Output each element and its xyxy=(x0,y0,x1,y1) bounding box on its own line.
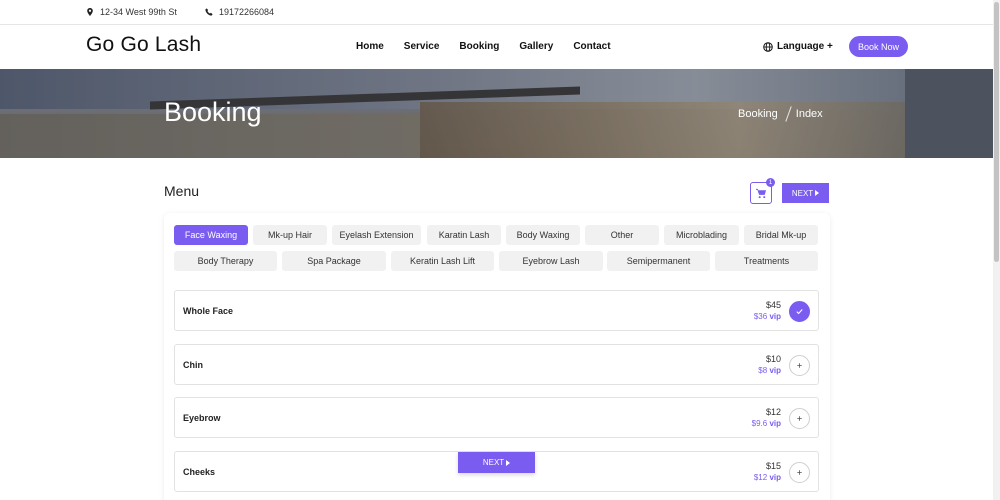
location-pin-icon xyxy=(87,8,93,16)
check-icon xyxy=(796,309,803,315)
service-price: $12 xyxy=(765,407,781,417)
nav-home[interactable]: Home xyxy=(356,41,384,52)
service-name: Cheeks xyxy=(183,467,216,477)
book-now-button[interactable]: Book Now xyxy=(849,36,908,57)
cart-icon xyxy=(755,188,766,198)
service-item-chin[interactable]: Chin $10 $8 vip xyxy=(174,344,819,385)
category-microblading[interactable]: Microblading xyxy=(664,225,739,245)
category-body-therapy[interactable]: Body Therapy xyxy=(174,251,277,271)
category-eyelash-extension[interactable]: Eyelash Extension xyxy=(332,225,421,245)
phone-icon xyxy=(205,8,213,16)
plus-icon xyxy=(797,470,802,475)
service-add-button[interactable] xyxy=(789,408,810,429)
category-spa-package[interactable]: Spa Package xyxy=(282,251,386,271)
vip-price-value: $12 xyxy=(753,473,768,482)
next-label: NEXT xyxy=(791,188,814,198)
service-price: $10 xyxy=(765,354,781,364)
main-nav: Home Service Booking Gallery Contact xyxy=(356,41,631,52)
site-header: Go Go Lash Home Service Booking Gallery … xyxy=(0,25,993,69)
vip-price-value: $36 xyxy=(753,312,768,321)
vip-label: vip xyxy=(769,473,781,482)
breadcrumb: Booking Index xyxy=(738,106,823,122)
service-vip-price: $12 vip xyxy=(754,473,781,482)
phone-text: 19172266084 xyxy=(219,7,275,17)
service-add-button[interactable] xyxy=(789,462,810,483)
top-info-bar: 12-34 West 99th St 19172266084 xyxy=(0,0,993,25)
category-other[interactable]: Other xyxy=(585,225,659,245)
service-add-button[interactable] xyxy=(789,355,810,376)
menu-title: Menu xyxy=(164,183,200,199)
next-button-top[interactable]: NEXT xyxy=(782,183,829,203)
vip-label: vip xyxy=(769,419,781,428)
vip-label: vip xyxy=(769,366,781,375)
vip-price-value: $8 xyxy=(758,366,768,375)
category-semipermanent[interactable]: Semipermanent xyxy=(607,251,710,271)
page-scrollbar[interactable] xyxy=(993,0,1000,500)
vip-label: vip xyxy=(769,312,781,321)
breadcrumb-booking[interactable]: Booking xyxy=(738,108,778,120)
category-bridal-mk-up[interactable]: Bridal Mk-up xyxy=(744,225,818,245)
vip-price-value: $9.6 xyxy=(751,419,768,428)
service-vip-price: $36 vip xyxy=(754,312,781,321)
nav-gallery[interactable]: Gallery xyxy=(519,41,553,52)
service-vip-price: $8 vip xyxy=(758,366,781,375)
site-logo[interactable]: Go Go Lash xyxy=(86,33,201,57)
hero-overlay xyxy=(0,69,993,158)
next-label: NEXT xyxy=(482,458,505,467)
play-arrow-icon xyxy=(506,459,511,466)
nav-booking[interactable]: Booking xyxy=(459,41,499,52)
service-price: $45 xyxy=(765,300,781,310)
category-karatin-lash[interactable]: Karatin Lash xyxy=(427,225,501,245)
service-toggle-selected[interactable] xyxy=(789,301,810,322)
page-title: Booking xyxy=(164,97,262,127)
service-name: Eyebrow xyxy=(183,413,221,423)
play-arrow-icon xyxy=(815,190,820,196)
service-name: Whole Face xyxy=(183,306,234,316)
service-price: $15 xyxy=(765,461,781,471)
category-eyebrow-lash[interactable]: Eyebrow Lash xyxy=(499,251,603,271)
service-item-eyebrow[interactable]: Eyebrow $12 $9.6 vip xyxy=(174,397,819,438)
service-vip-price: $9.6 vip xyxy=(752,419,781,428)
breadcrumb-index: Index xyxy=(795,108,823,120)
breadcrumb-separator xyxy=(785,106,792,122)
language-selector[interactable]: Language + xyxy=(763,41,833,52)
category-keratin-lash-lift[interactable]: Keratin Lash Lift xyxy=(391,251,494,271)
hero-banner: Booking Booking Index xyxy=(0,69,993,158)
plus-icon xyxy=(797,416,802,421)
category-body-waxing[interactable]: Body Waxing xyxy=(506,225,580,245)
plus-icon xyxy=(797,363,802,368)
category-treatments[interactable]: Treatments xyxy=(715,251,818,271)
next-button-floating[interactable]: NEXT xyxy=(458,452,535,473)
address-info: 12-34 West 99th St xyxy=(86,7,177,17)
service-item-whole-face[interactable]: Whole Face $45 $36 vip xyxy=(174,290,819,331)
address-text: 12-34 West 99th St xyxy=(100,7,177,17)
language-label: Language + xyxy=(777,41,833,52)
scrollbar-thumb[interactable] xyxy=(994,2,999,262)
nav-service[interactable]: Service xyxy=(404,41,440,52)
globe-icon xyxy=(763,41,773,52)
cart-count-badge: 1 xyxy=(766,178,775,187)
category-face-waxing[interactable]: Face Waxing xyxy=(174,225,248,245)
service-name: Chin xyxy=(183,360,203,370)
category-mk-up-hair[interactable]: Mk-up Hair xyxy=(253,225,327,245)
phone-info[interactable]: 19172266084 xyxy=(205,7,274,17)
nav-contact[interactable]: Contact xyxy=(573,41,610,52)
